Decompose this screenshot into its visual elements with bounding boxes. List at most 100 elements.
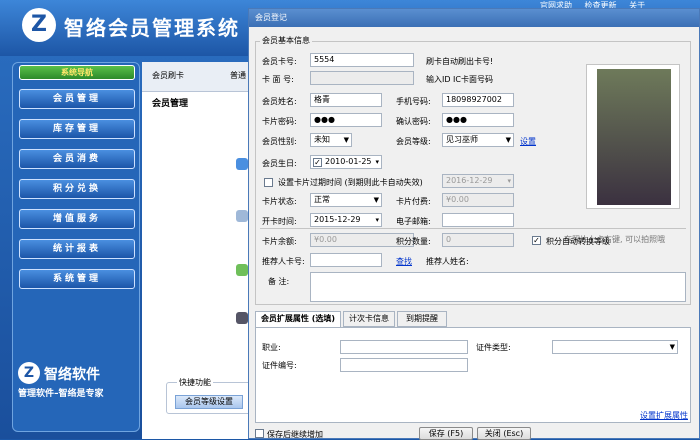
- phone-input[interactable]: 18098927002: [442, 93, 514, 107]
- dialog-footer: 保存后继续增加 保存 (F5) 关闭 (Esc): [249, 427, 699, 440]
- basic-info-group: 会员基本信息 会员卡号: 5554 刷卡自动刷出卡号! 卡 面 号: 输入ID …: [255, 35, 691, 305]
- status-label: 卡片状态:: [262, 197, 297, 206]
- group-divider: [260, 228, 686, 229]
- member-card-button[interactable]: 会员刷卡: [152, 70, 184, 81]
- brand-logo-icon: Z: [18, 362, 40, 384]
- level-value: 见习巫师: [446, 135, 478, 144]
- expire-checkbox[interactable]: [264, 178, 273, 187]
- calendar-icon: ▾: [375, 216, 379, 224]
- save-button[interactable]: 保存 (F5): [419, 427, 473, 440]
- confirm-label: 确认密码:: [396, 117, 431, 126]
- chevron-down-icon: ▼: [505, 136, 511, 144]
- notes-textarea[interactable]: [310, 272, 686, 302]
- job-label: 职业:: [262, 343, 281, 352]
- main-title: 会员管理: [152, 99, 189, 109]
- calendar-icon: ▾: [507, 177, 511, 185]
- gender-label: 会员性别:: [262, 137, 297, 146]
- calendar-icon: ▾: [375, 158, 379, 166]
- main-toolbar: 会员刷卡 普通: [142, 62, 252, 92]
- brand-name: 智络软件: [44, 367, 100, 383]
- level-select[interactable]: 见习巫师 ▼: [442, 133, 514, 147]
- extended-attributes-link[interactable]: 设置扩展属性: [640, 410, 688, 421]
- basic-info-title: 会员基本信息: [260, 35, 312, 46]
- fee-input[interactable]: ¥0.00: [442, 193, 514, 207]
- status-value: 正常: [314, 195, 330, 204]
- job-input[interactable]: [340, 340, 468, 354]
- auto-level-checkbox[interactable]: ✓: [532, 236, 541, 245]
- tab-count-card[interactable]: 计次卡信息: [343, 311, 395, 327]
- tab-bar: 会员扩展属性 (选填) 计次卡信息 到期提醒: [255, 311, 555, 328]
- open-date-picker[interactable]: 2015-12-29 ▾: [310, 213, 382, 227]
- card-no-input[interactable]: 5554: [310, 53, 414, 67]
- open-date-value: 2015-12-29: [314, 215, 361, 224]
- member-icon: [236, 158, 248, 170]
- sidebar-header: 系统导航: [19, 65, 135, 80]
- dialog-title: 会员登记: [249, 9, 699, 27]
- birthday-label: 会员生日:: [262, 159, 297, 168]
- keep-adding-checkbox[interactable]: [255, 429, 264, 438]
- name-label: 会员姓名:: [262, 97, 297, 106]
- status-select[interactable]: 正常 ▼: [310, 193, 382, 207]
- birthday-picker[interactable]: ✓ 2010-01-25 ▾: [310, 155, 382, 169]
- member-level-settings-button[interactable]: 会员等级设置: [175, 395, 243, 409]
- level-label: 会员等级:: [396, 137, 431, 146]
- password-input[interactable]: ●●●: [310, 113, 382, 127]
- referrer-name-label: 推荐人姓名:: [426, 257, 469, 266]
- nav-member-consume[interactable]: 会员消费: [19, 149, 135, 169]
- id-no-label: 证件编号:: [262, 361, 297, 370]
- app-title: 智络会员管理系统: [64, 16, 240, 40]
- main-content: 会员刷卡 普通 会员管理 快捷功能 会员等级设置: [142, 62, 252, 439]
- balance-label: 卡片余额:: [262, 237, 297, 246]
- email-label: 电子邮箱:: [396, 217, 431, 226]
- gender-value: 未知: [314, 135, 330, 144]
- face-hint: 输入ID IC卡面号码: [426, 75, 494, 84]
- auto-level-label: 积分自动转换等级: [546, 237, 610, 246]
- nav-member-management[interactable]: 会员管理: [19, 89, 135, 109]
- face-no-input[interactable]: [310, 71, 414, 85]
- gender-select[interactable]: 未知 ▼: [310, 133, 352, 147]
- nav-value-added[interactable]: 增值服务: [19, 209, 135, 229]
- nav-reports[interactable]: 统计报表: [19, 239, 135, 259]
- id-no-input[interactable]: [340, 358, 468, 372]
- phone-label: 手机号码:: [396, 97, 431, 106]
- nav-system[interactable]: 系统管理: [19, 269, 135, 289]
- nav-points-exchange[interactable]: 积分兑换: [19, 179, 135, 199]
- logo-icon: Z: [22, 8, 56, 42]
- id-type-select[interactable]: ▼: [552, 340, 678, 354]
- name-input[interactable]: 格青: [310, 93, 382, 107]
- quick-functions-label: 快捷功能: [177, 377, 213, 388]
- face-no-label: 卡 面 号:: [262, 75, 294, 84]
- birthday-checkbox[interactable]: ✓: [313, 158, 322, 167]
- computer-icon: [236, 312, 248, 324]
- points-input[interactable]: 0: [442, 233, 514, 247]
- card-no-label: 会员卡号:: [262, 57, 297, 66]
- member-photo[interactable]: [586, 64, 680, 209]
- tab-extended-attributes[interactable]: 会员扩展属性 (选填): [255, 311, 341, 328]
- birthday-value: 2010-01-25: [325, 157, 372, 166]
- referrer-input[interactable]: [310, 253, 382, 267]
- tab-panel: 职业: 证件类型: ▼ 证件编号: 设置扩展属性: [255, 327, 691, 423]
- card-icon: [236, 210, 248, 222]
- nav-inventory[interactable]: 库存管理: [19, 119, 135, 139]
- chevron-down-icon: ▼: [373, 196, 379, 204]
- general-button[interactable]: 普通: [230, 70, 246, 81]
- expire-value: 2016-12-29: [446, 176, 493, 185]
- photo-image: [597, 69, 671, 205]
- card-hint: 刷卡自动刷出卡号!: [426, 57, 494, 66]
- referrer-label: 推荐人卡号:: [262, 257, 305, 266]
- find-referrer-link[interactable]: 查找: [396, 256, 412, 267]
- quick-functions: 快捷功能 会员等级设置: [166, 377, 252, 414]
- chevron-down-icon: ▼: [343, 136, 349, 144]
- close-button[interactable]: 关闭 (Esc): [477, 427, 531, 440]
- level-settings-link[interactable]: 设置: [520, 136, 536, 147]
- confirm-input[interactable]: ●●●: [442, 113, 514, 127]
- keep-adding-label: 保存后继续增加: [267, 430, 323, 439]
- notes-label: 备 注:: [268, 277, 290, 286]
- points-label: 积分数量:: [396, 237, 431, 246]
- fee-label: 卡片付费:: [396, 197, 431, 206]
- tab-expiry-reminder[interactable]: 到期提醒: [397, 311, 447, 327]
- email-input[interactable]: [442, 213, 514, 227]
- expire-picker[interactable]: 2016-12-29 ▾: [442, 174, 514, 188]
- gift-icon: [236, 264, 248, 276]
- member-register-dialog: 会员登记 会员基本信息 会员卡号: 5554 刷卡自动刷出卡号! 卡 面 号: …: [248, 8, 700, 440]
